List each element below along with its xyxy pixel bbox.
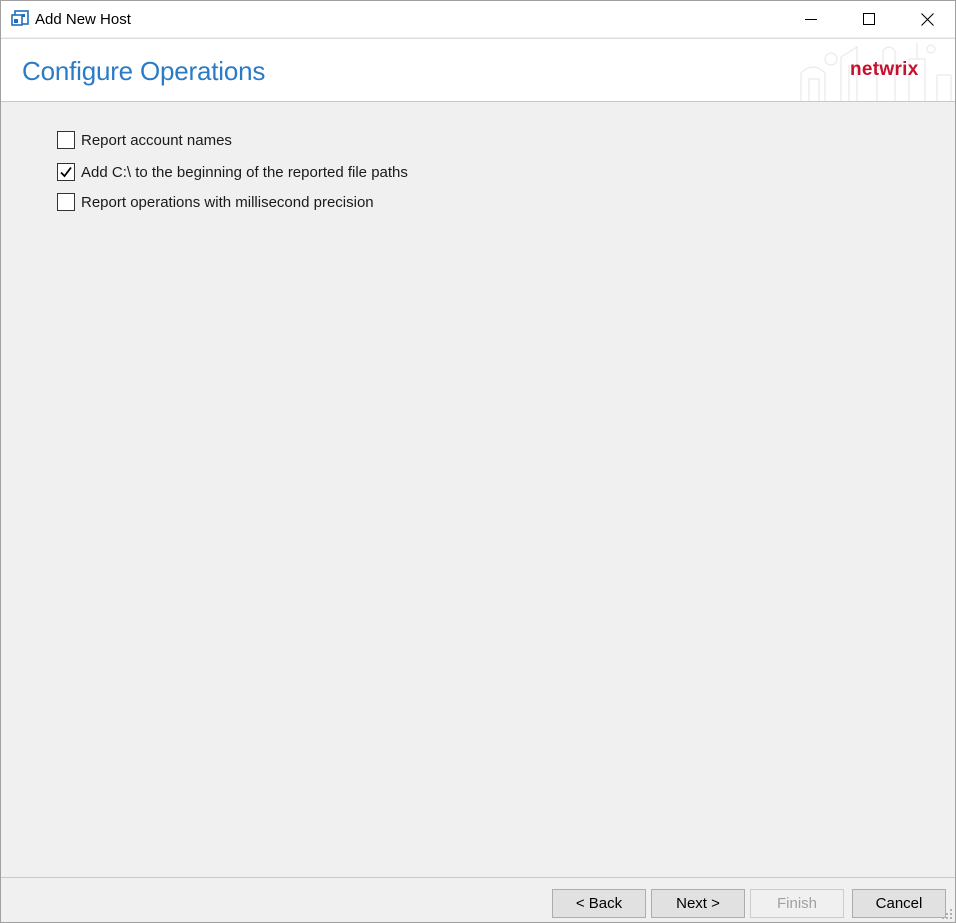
option-label: Report account names	[81, 131, 232, 149]
minimize-button[interactable]	[782, 1, 840, 37]
report-account-names-checkbox[interactable]	[57, 131, 75, 149]
option-report-account-names[interactable]: Report account names	[57, 129, 477, 151]
millisecond-precision-checkbox[interactable]	[57, 193, 75, 211]
back-button[interactable]: < Back	[552, 889, 646, 918]
option-millisecond-precision[interactable]: Report operations with millisecond preci…	[57, 191, 477, 213]
option-add-c-prefix[interactable]: Add C:\ to the beginning of the reported…	[57, 161, 477, 183]
window-title: Add New Host	[35, 11, 131, 28]
add-new-host-dialog: Add New Host Configure Operations netwri…	[0, 0, 956, 923]
option-label: Add C:\ to the beginning of the reported…	[81, 163, 408, 181]
minimize-icon	[805, 19, 817, 20]
app-icon	[11, 10, 29, 28]
close-button[interactable]	[898, 1, 956, 37]
add-c-prefix-checkbox[interactable]	[57, 163, 75, 181]
maximize-icon	[863, 13, 875, 25]
cancel-button[interactable]: Cancel	[852, 889, 946, 918]
maximize-button[interactable]	[840, 1, 898, 37]
resize-grip-icon[interactable]	[941, 908, 953, 920]
close-icon	[920, 12, 934, 26]
netwrix-logo: netwrix	[850, 59, 919, 80]
page-title: Configure Operations	[22, 56, 266, 86]
wizard-header: Configure Operations netwrix	[1, 38, 955, 102]
next-button[interactable]: Next >	[651, 889, 745, 918]
finish-button: Finish	[750, 889, 844, 918]
title-bar[interactable]: Add New Host	[1, 1, 955, 37]
checkmark-icon	[60, 166, 72, 178]
option-label: Report operations with millisecond preci…	[81, 193, 374, 211]
footer-divider	[1, 877, 955, 878]
